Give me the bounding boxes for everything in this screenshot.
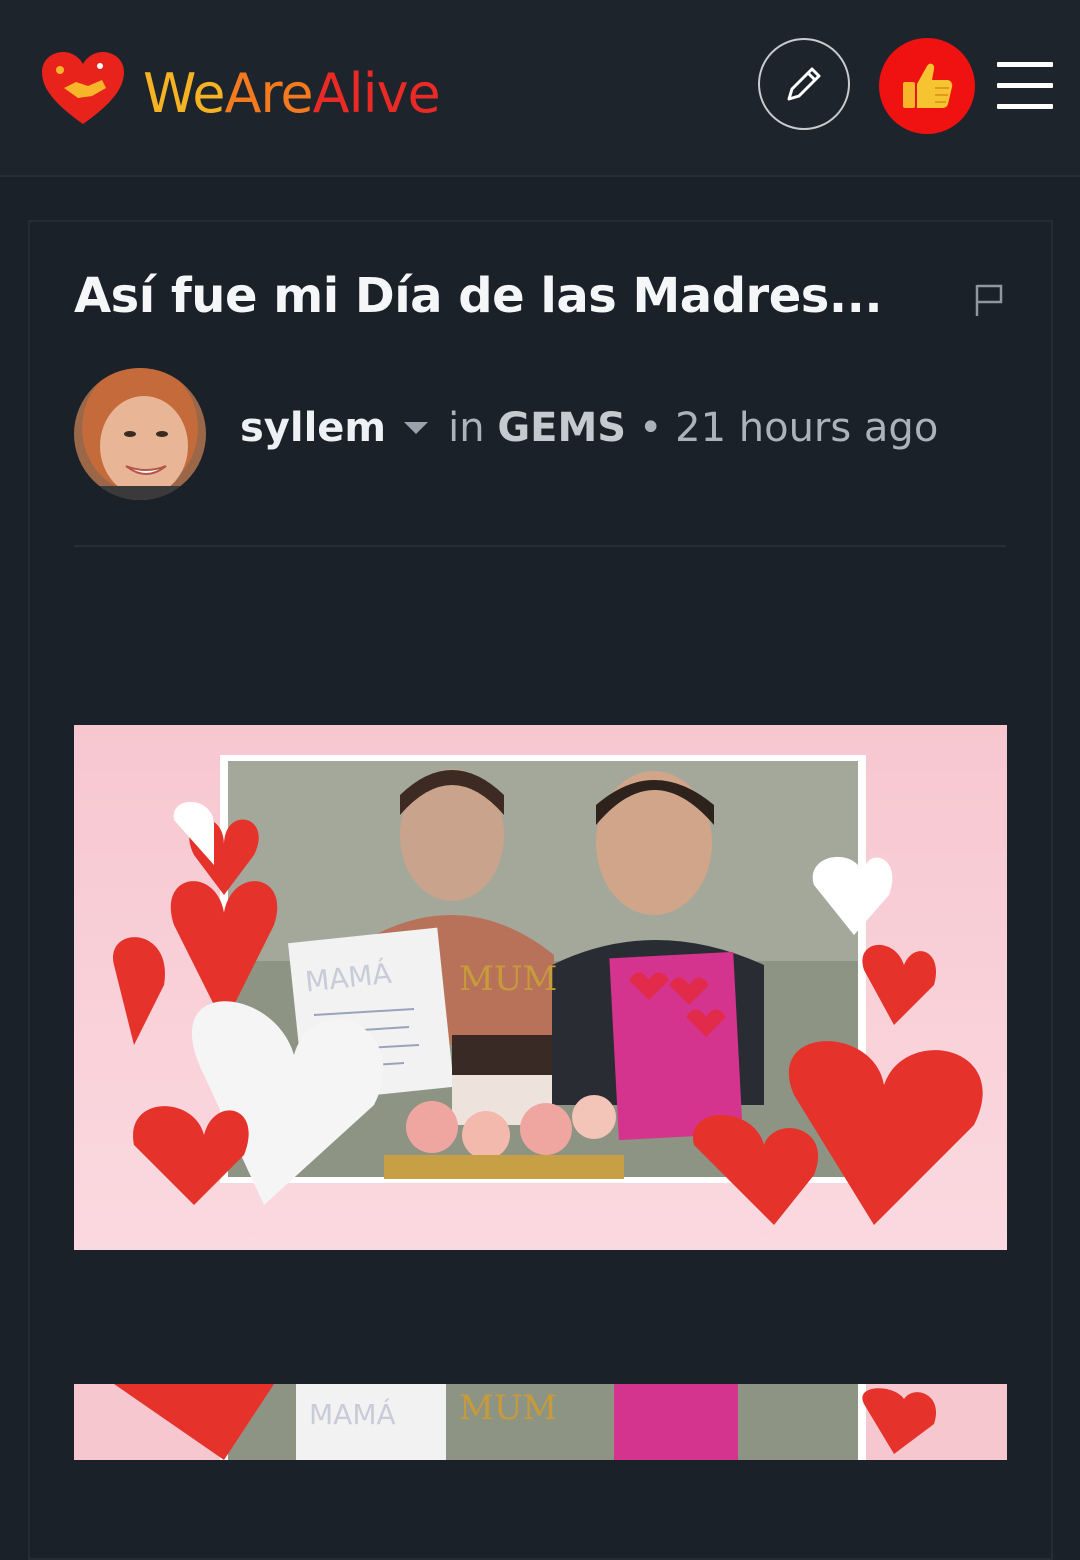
logo-alive: Alive [312,62,441,125]
chevron-down-icon[interactable] [404,422,429,434]
post-title: Así fue mi Día de las Madres... [74,268,883,324]
flag-icon[interactable] [972,282,1006,318]
post-meta: syllem in GEMS • 21 hours ago [240,405,938,451]
author-avatar[interactable] [74,368,206,500]
logo-we: We [143,62,225,125]
menu-line [997,104,1053,109]
post-photo[interactable]: MAMÁ MUM [74,725,1007,1250]
pencil-icon [787,67,821,101]
post-photo-2[interactable]: MAMÁ MUM [74,1384,1007,1460]
cake-topper-text-2: MUM [459,1388,557,1428]
menu-line [997,62,1053,67]
post-photo-2-graphic: MAMÁ MUM [74,1384,1007,1460]
menu-line [997,83,1053,88]
meta-separator: • [638,405,663,451]
site-logo-text[interactable]: WeAreAlive [143,62,441,125]
cake-topper-text: MUM [459,959,557,999]
author-name-link[interactable]: syllem [240,405,386,451]
thumbs-up-icon [903,63,953,108]
post-time: 21 hours ago [675,405,939,451]
logo-are: Are [224,62,313,125]
top-header: WeAreAlive [0,0,1080,177]
community-link[interactable]: GEMS [497,405,626,451]
divider [74,545,1006,547]
post-photo-graphic: MAMÁ MUM [74,725,1007,1250]
in-label: in [448,405,485,451]
hamburger-menu-button[interactable] [997,62,1055,110]
card-text-2: MAMÁ [309,1397,396,1431]
avatar-photo [74,368,206,500]
vote-button[interactable] [879,38,975,134]
logo-heart-icon[interactable] [42,52,124,126]
write-post-button[interactable] [758,38,850,130]
